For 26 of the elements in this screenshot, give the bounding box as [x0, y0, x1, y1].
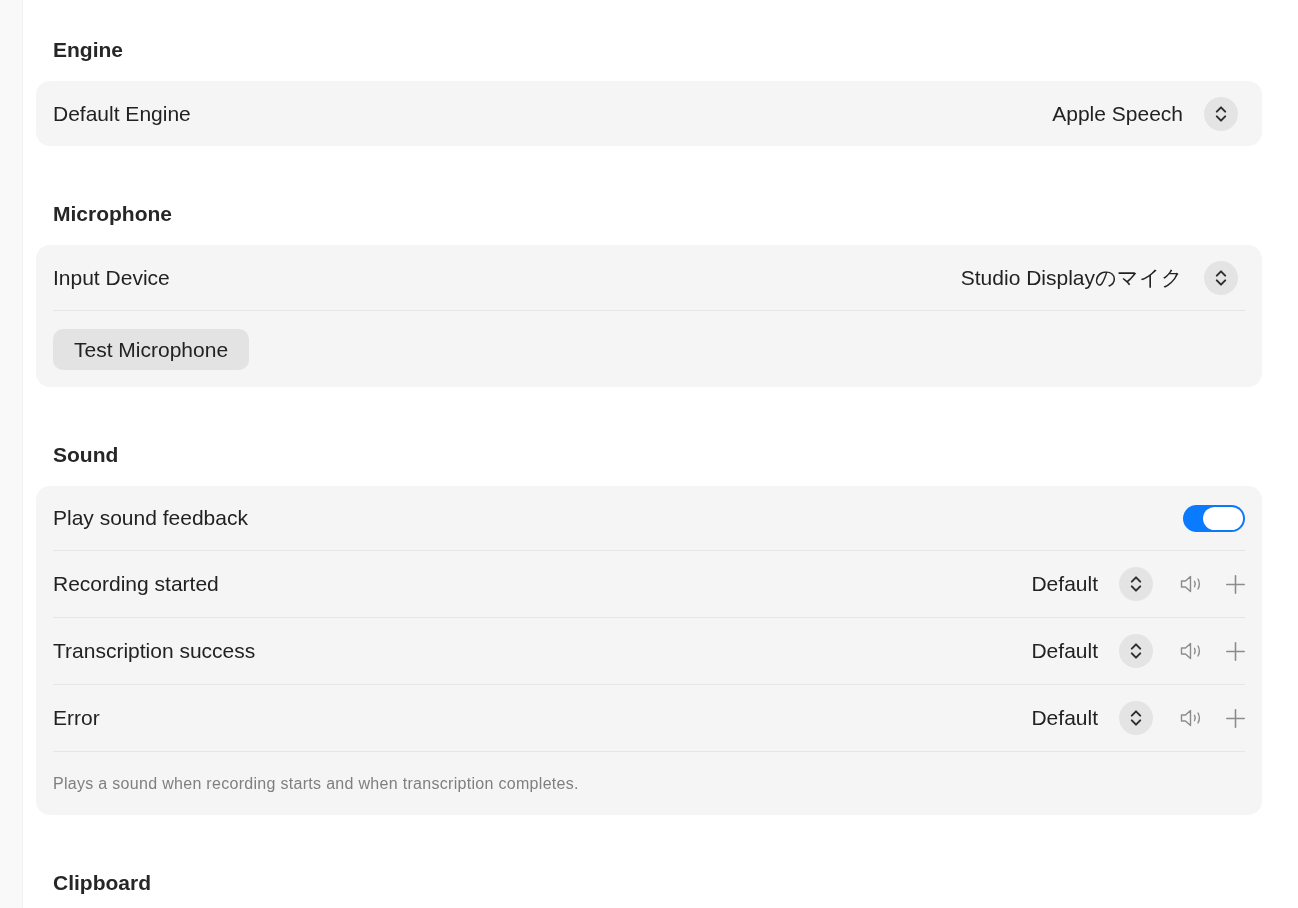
- popup-button[interactable]: Default: [1031, 567, 1153, 601]
- test-microphone-button[interactable]: Test Microphone: [53, 329, 250, 370]
- section-heading: Engine: [53, 38, 124, 62]
- toggle-switch[interactable]: [1183, 504, 1245, 532]
- row-label: Transcription success: [53, 638, 257, 664]
- footnote-text: Plays a sound when recording starts and when transcription completes.: [53, 773, 579, 794]
- section-heading: Sound: [53, 443, 120, 467]
- chevron-updown-icon: [1119, 567, 1153, 601]
- plus-icon[interactable]: [1226, 708, 1245, 728]
- row-label: Play sound feedback: [53, 505, 249, 531]
- popup-button[interactable]: Default: [1031, 634, 1153, 668]
- section-heading: Clipboard: [53, 871, 152, 895]
- row-label: Recording started: [53, 571, 220, 597]
- chevron-updown-icon: [1204, 96, 1238, 131]
- chevron-updown-icon: [1204, 260, 1238, 295]
- row-label: Error: [53, 705, 101, 731]
- chevron-updown-icon: [1119, 634, 1153, 668]
- section-heading: Microphone: [53, 202, 173, 226]
- row-label: Input Device: [53, 264, 171, 291]
- popup-button[interactable]: Default: [1031, 701, 1153, 735]
- popup-button[interactable]: Studio Displayのマイク: [960, 260, 1238, 295]
- row-label: Default Engine: [53, 100, 192, 127]
- chevron-updown-icon: [1119, 701, 1153, 735]
- popup-button[interactable]: Apple Speech: [1052, 96, 1238, 131]
- plus-icon[interactable]: [1226, 574, 1245, 594]
- plus-icon[interactable]: [1226, 641, 1245, 661]
